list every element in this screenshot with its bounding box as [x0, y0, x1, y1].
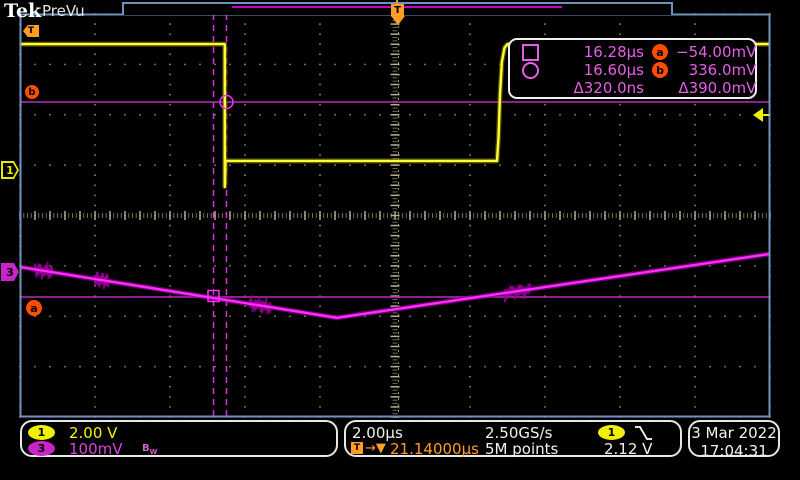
- cursor-1-time: 16.28µs: [548, 43, 644, 61]
- time-label: 17:04:31: [690, 442, 778, 460]
- channel-settings-box[interactable]: 1 2.00 V 3 100mV BW: [20, 420, 338, 457]
- oscilloscope-screen: Tek PreVu T T b 1 3 a 16.28µs a −54.00mV…: [0, 0, 800, 480]
- channel-3-badge[interactable]: 3: [28, 441, 55, 456]
- trigger-delay-arrows-icon: →▼: [365, 441, 386, 456]
- trigger-level-value: 2.12 V: [604, 440, 652, 458]
- cursor-waveform-markers: [208, 96, 233, 302]
- cursor-b-readout-badge: b: [652, 62, 668, 78]
- date-label: 3 Mar 2022: [690, 424, 778, 442]
- cursor-a-value: −54.00mV: [676, 43, 756, 61]
- bandwidth-limit-icon: BW: [142, 443, 157, 456]
- trigger-position-arrow-icon: [391, 16, 405, 25]
- cursor-b-badge[interactable]: b: [25, 85, 39, 99]
- cursor-2-circle-icon: [522, 62, 539, 79]
- record-length: 5M points: [485, 440, 558, 458]
- cursor-a-badge[interactable]: a: [26, 300, 42, 316]
- channel-3-scale: 100mV: [69, 440, 123, 458]
- horizontal-trigger-box[interactable]: 2.00µs T →▼ 21.14000µs 2.50GS/s 5M point…: [344, 420, 682, 457]
- datetime-box[interactable]: 3 Mar 2022 17:04:31: [688, 420, 780, 457]
- cursor-1-square-icon: [522, 44, 539, 61]
- trigger-source-badge[interactable]: 1: [598, 425, 625, 440]
- acquisition-mode-label: PreVu: [42, 2, 85, 20]
- tek-logo: Tek: [4, 0, 41, 22]
- cursor-2-time: 16.60µs: [548, 61, 644, 79]
- cursor-delta-value: Δ390.0mV: [676, 79, 756, 97]
- trigger-position-marker[interactable]: T: [391, 4, 404, 16]
- cursor-delta-time: Δ320.0ns: [548, 79, 644, 97]
- channel-1-badge[interactable]: 1: [28, 425, 55, 440]
- cursor-b-value: 336.0mV: [676, 61, 756, 79]
- trigger-delay-value: 21.14000µs: [390, 440, 479, 458]
- trigger-level-arrow-tail: [762, 114, 769, 116]
- cursor-a-readout-badge: a: [652, 44, 668, 60]
- trigger-delay-t-icon: T: [351, 442, 363, 454]
- cursor-readout-box: 16.28µs a −54.00mV 16.60µs b 336.0mV Δ32…: [508, 38, 757, 99]
